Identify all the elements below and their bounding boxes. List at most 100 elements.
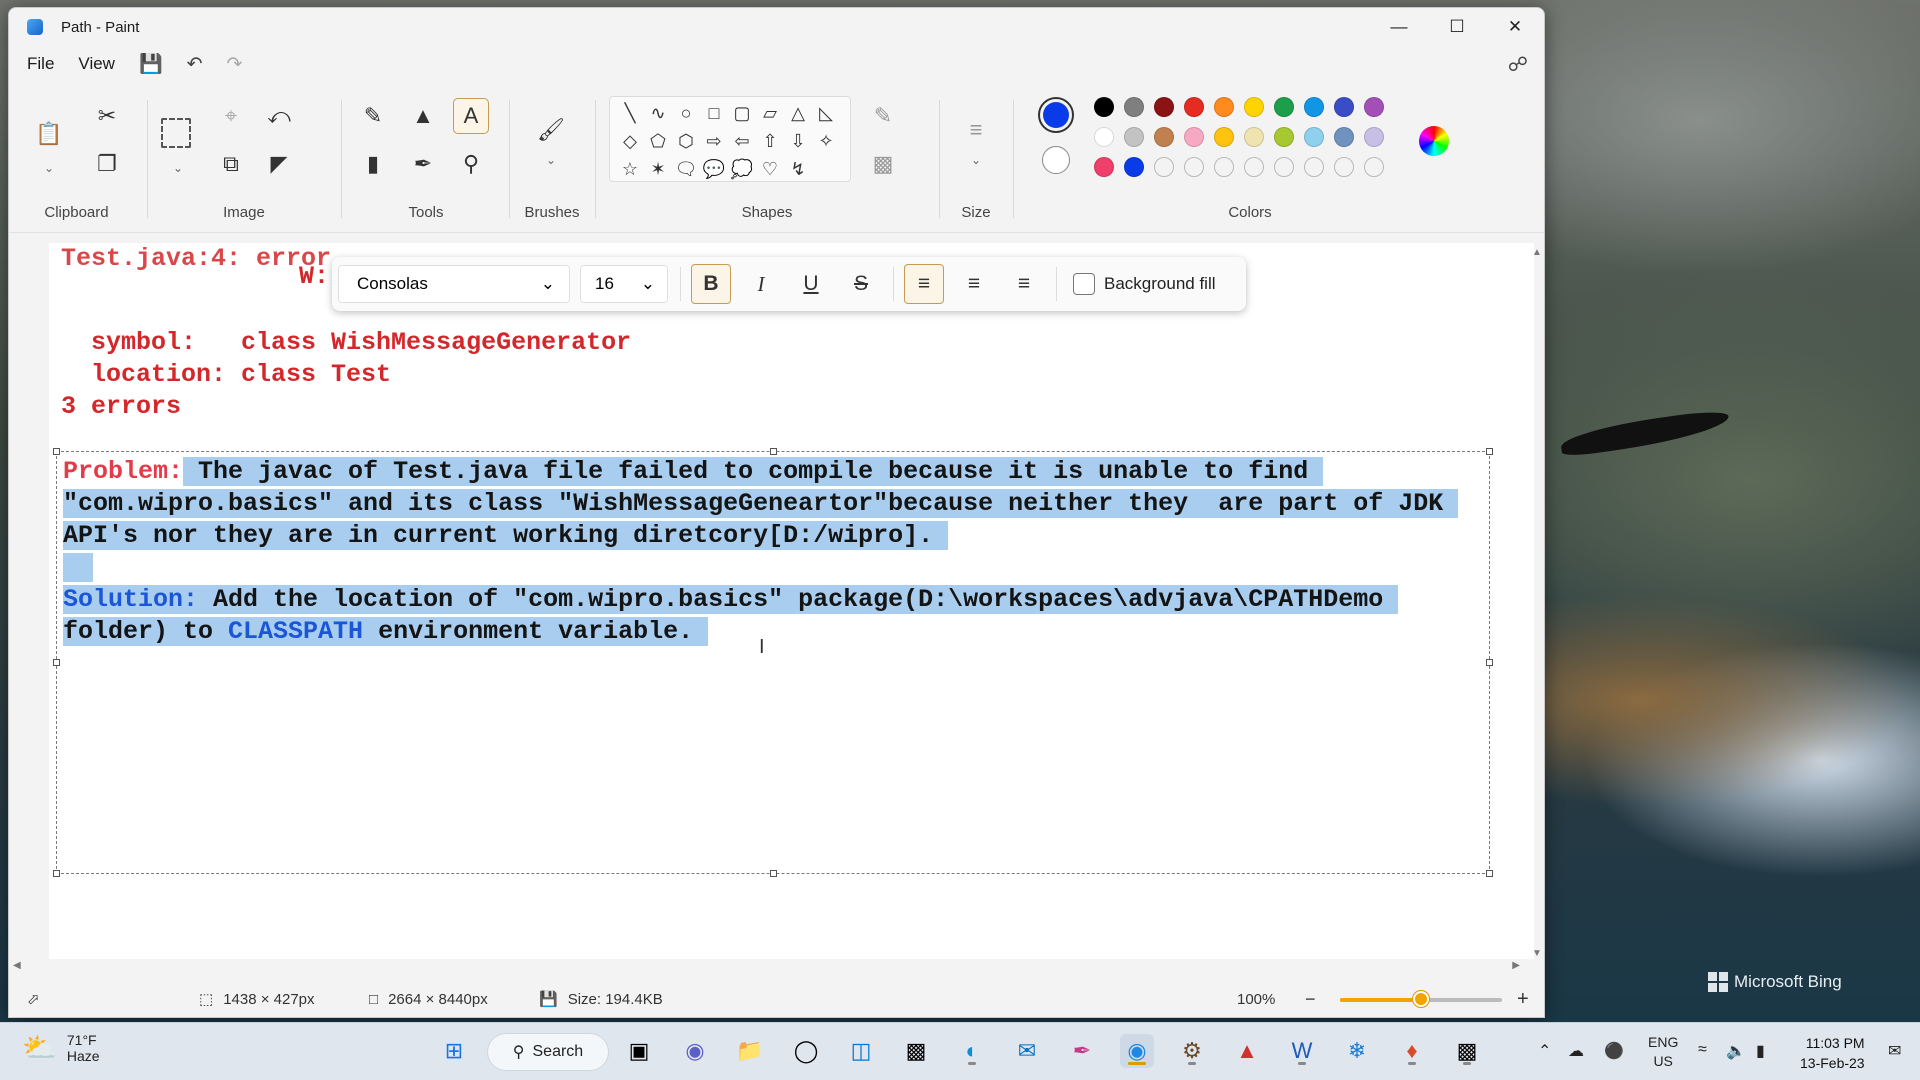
paint-3d-icon[interactable]: ♦ <box>1395 1034 1429 1068</box>
outline-icon[interactable]: ✎ <box>865 98 901 134</box>
curve-shape-icon[interactable]: ∿ <box>644 99 672 127</box>
cmd-icon[interactable]: ▩ <box>1450 1034 1484 1068</box>
rotate-icon[interactable]: ⤺ <box>261 98 297 134</box>
palette-swatch[interactable] <box>1124 97 1144 117</box>
left-arrow-shape-icon[interactable]: ⇦ <box>728 127 756 155</box>
battery-icon[interactable]: ▮ <box>1756 1041 1765 1061</box>
six-point-star-icon[interactable]: ✶ <box>644 155 672 183</box>
font-size-dropdown[interactable]: 16 ⌄ <box>580 265 668 303</box>
palette-swatch[interactable] <box>1094 127 1114 147</box>
task-view-icon[interactable]: ▣ <box>622 1034 656 1068</box>
five-point-star-icon[interactable]: ☆ <box>616 155 644 183</box>
resize-handle[interactable] <box>1486 870 1493 877</box>
hexagon-shape-icon[interactable]: ⬡ <box>672 127 700 155</box>
paste-dropdown-icon[interactable]: ⌄ <box>41 160 57 176</box>
palette-swatch[interactable] <box>1214 97 1234 117</box>
redo-icon[interactable]: ↷ <box>227 53 243 76</box>
pen-app-icon[interactable]: ✒ <box>1065 1034 1099 1068</box>
onedrive-icon[interactable]: ☁ <box>1568 1041 1584 1061</box>
font-family-dropdown[interactable]: Consolas ⌄ <box>338 265 570 303</box>
palette-swatch[interactable] <box>1244 97 1264 117</box>
palette-swatch[interactable] <box>1274 127 1294 147</box>
palette-swatch[interactable] <box>1124 127 1144 147</box>
vertical-scrollbar[interactable]: ▲ ▼ <box>1530 243 1544 959</box>
four-point-star-icon[interactable]: ✧ <box>812 127 840 155</box>
brush-icon[interactable]: 🖌 <box>533 112 569 148</box>
underline-button[interactable]: U <box>791 264 831 304</box>
custom-color-slot[interactable] <box>1274 157 1294 177</box>
undo-icon[interactable]: ↶ <box>187 53 203 76</box>
image-resize-icon[interactable]: ⧉ <box>213 146 249 182</box>
palette-swatch[interactable] <box>1364 127 1384 147</box>
line-shape-icon[interactable]: ╲ <box>616 99 644 127</box>
scroll-right-icon[interactable]: ▶ <box>1512 960 1520 971</box>
resize-handle[interactable] <box>770 870 777 877</box>
eraser-icon[interactable]: ▮ <box>355 146 391 182</box>
background-fill-toggle[interactable]: Background fill <box>1073 273 1216 295</box>
paste-icon[interactable]: 📋 <box>31 116 67 152</box>
notification-icon[interactable]: ✉ <box>1888 1041 1901 1061</box>
resize-handle[interactable] <box>1486 659 1493 666</box>
oval-callout-icon[interactable]: 💬 <box>700 155 728 183</box>
cut-icon[interactable]: ✂ <box>89 98 125 134</box>
chevron-up-icon[interactable]: ⌃ <box>1538 1041 1551 1061</box>
align-right-button[interactable]: ≡ <box>1004 264 1044 304</box>
palette-swatch[interactable] <box>1154 127 1174 147</box>
shape-fill-icon[interactable]: ▩ <box>865 146 901 182</box>
custom-color-slot[interactable] <box>1214 157 1234 177</box>
up-arrow-shape-icon[interactable]: ⇧ <box>756 127 784 155</box>
right-arrow-shape-icon[interactable]: ⇨ <box>700 127 728 155</box>
custom-color-slot[interactable] <box>1244 157 1264 177</box>
italic-button[interactable]: I <box>741 264 781 304</box>
chat-icon[interactable]: ◉ <box>678 1034 712 1068</box>
dell-icon[interactable]: ◯ <box>789 1034 823 1068</box>
close-button[interactable]: ✕ <box>1486 8 1544 46</box>
palette-swatch[interactable] <box>1334 127 1354 147</box>
menu-file[interactable]: File <box>27 54 54 74</box>
size-lines-icon[interactable]: ≡ <box>958 112 994 148</box>
resize-handle[interactable] <box>53 659 60 666</box>
palette-swatch[interactable] <box>1154 97 1174 117</box>
selected-text[interactable]: Problem: The javac of Test.java file fai… <box>63 456 1459 648</box>
custom-color-slot[interactable] <box>1304 157 1324 177</box>
custom-color-slot[interactable] <box>1154 157 1174 177</box>
file-explorer-icon[interactable]: 📁 <box>733 1034 767 1068</box>
maximize-button[interactable]: ☐ <box>1428 8 1486 46</box>
select-dropdown-icon[interactable]: ⌄ <box>170 160 186 176</box>
language-indicator[interactable]: ENG US <box>1648 1033 1678 1071</box>
heart-shape-icon[interactable]: ♡ <box>756 155 784 183</box>
microphone-icon[interactable]: ⚫ <box>1604 1041 1624 1061</box>
terminal-icon[interactable]: ▩ <box>899 1034 933 1068</box>
polygon-shape-icon[interactable]: ▱ <box>756 99 784 127</box>
taskbar-search[interactable]: ⚲ Search <box>487 1033 609 1071</box>
brush-dropdown-icon[interactable]: ⌄ <box>543 152 559 168</box>
save-icon[interactable]: 💾 <box>139 52 163 76</box>
bold-button[interactable]: B <box>691 264 731 304</box>
zoom-slider-thumb[interactable] <box>1413 991 1429 1007</box>
horizontal-scrollbar[interactable]: ◀ ▶ <box>9 959 1544 975</box>
share-icon[interactable]: ☍ <box>1508 52 1528 77</box>
store-icon[interactable]: ◫ <box>844 1034 878 1068</box>
rect-callout-icon[interactable]: 🗨 <box>672 155 700 183</box>
palette-swatch[interactable] <box>1304 127 1324 147</box>
resize-handle[interactable] <box>770 448 777 455</box>
palette-swatch[interactable] <box>1094 97 1114 117</box>
primary-color-swatch[interactable] <box>1038 97 1074 133</box>
snowflake-app-icon[interactable]: ❄ <box>1340 1034 1374 1068</box>
paint-taskbar-icon[interactable]: ◉ <box>1120 1034 1154 1068</box>
size-dropdown-icon[interactable]: ⌄ <box>968 152 984 168</box>
magnifier-icon[interactable]: ⚲ <box>453 146 489 182</box>
resize-handle[interactable] <box>1486 448 1493 455</box>
weather-widget[interactable]: ⛅ 71°F Haze <box>22 1031 100 1064</box>
scroll-left-icon[interactable]: ◀ <box>13 960 21 971</box>
edit-colors-icon[interactable] <box>1419 126 1449 156</box>
pencil-icon[interactable]: ✎ <box>355 98 391 134</box>
wifi-icon[interactable]: ≈ <box>1698 1041 1707 1059</box>
down-arrow-shape-icon[interactable]: ⇩ <box>784 127 812 155</box>
secondary-color-swatch[interactable] <box>1042 146 1070 174</box>
strikethrough-button[interactable]: S <box>841 264 881 304</box>
rounded-rectangle-shape-icon[interactable]: ▢ <box>728 99 756 127</box>
scroll-down-icon[interactable]: ▼ <box>1532 948 1542 959</box>
cat-app-icon[interactable]: ⚙ <box>1175 1034 1209 1068</box>
pdf-icon[interactable]: ▲ <box>1230 1034 1264 1068</box>
